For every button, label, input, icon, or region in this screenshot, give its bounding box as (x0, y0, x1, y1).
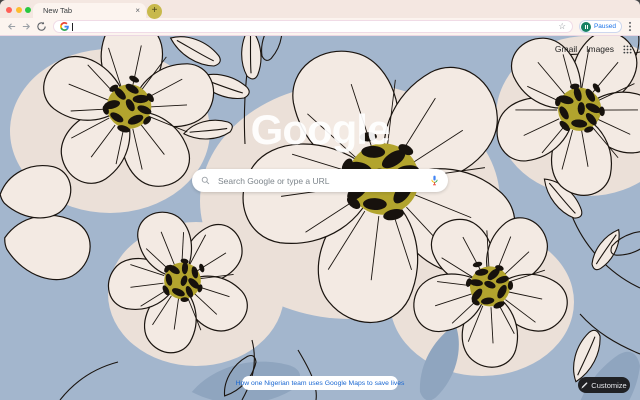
voice-search-button[interactable] (430, 175, 439, 186)
reload-button[interactable] (35, 21, 47, 33)
new-tab-button[interactable]: + (147, 3, 162, 19)
customize-label: Customize (591, 380, 627, 390)
tab-strip: New Tab × + (0, 0, 640, 19)
google-g-favicon-icon (60, 22, 69, 31)
sync-paused-badge[interactable]: Paused (578, 20, 622, 33)
search-box[interactable] (192, 169, 448, 192)
back-button[interactable] (5, 21, 17, 33)
apps-launcher-button[interactable] (623, 44, 632, 54)
promo-link[interactable]: How one Nigerian team uses Google Maps t… (236, 376, 404, 390)
customize-button[interactable]: Customize (578, 377, 630, 393)
google-logo: Google (250, 106, 391, 153)
sync-paused-label: Paused (593, 23, 616, 30)
back-arrow-icon (7, 23, 15, 30)
sync-paused-icon (581, 21, 592, 32)
toolbar: ☆ Paused (0, 18, 640, 36)
kebab-menu-icon (628, 21, 632, 32)
bookmark-star-icon[interactable]: ☆ (558, 22, 566, 31)
images-link[interactable]: Images (586, 44, 614, 54)
apps-grid-icon (623, 44, 632, 54)
floral-theme-background (0, 36, 640, 400)
forward-arrow-icon (22, 23, 30, 30)
reload-icon (36, 21, 46, 31)
gmail-link[interactable]: Gmail (555, 44, 577, 54)
close-window-icon[interactable] (6, 6, 12, 13)
browser-menu-button[interactable] (625, 21, 635, 33)
tab-title: New Tab (43, 6, 73, 15)
new-tab-page: Gmail Images Google Search Google or typ… (0, 36, 640, 400)
browser-window: New Tab × + ☆ Paused Gmail Images Google… (0, 0, 640, 400)
search-input[interactable] (216, 174, 424, 187)
traffic-lights (6, 6, 31, 13)
search-magnifier-icon (201, 176, 210, 185)
fullscreen-window-icon[interactable] (25, 6, 31, 13)
ntp-top-links: Gmail Images (555, 44, 632, 54)
address-bar-input[interactable] (76, 21, 556, 32)
tab-close-icon[interactable]: × (135, 6, 140, 15)
address-bar[interactable]: ☆ (53, 20, 573, 33)
pencil-icon (581, 381, 588, 389)
voice-mic-icon (431, 175, 438, 186)
tab-new-tab[interactable]: New Tab × (33, 3, 146, 18)
minimize-window-icon[interactable] (15, 6, 22, 13)
forward-button[interactable] (20, 21, 32, 33)
text-caret (72, 22, 73, 31)
